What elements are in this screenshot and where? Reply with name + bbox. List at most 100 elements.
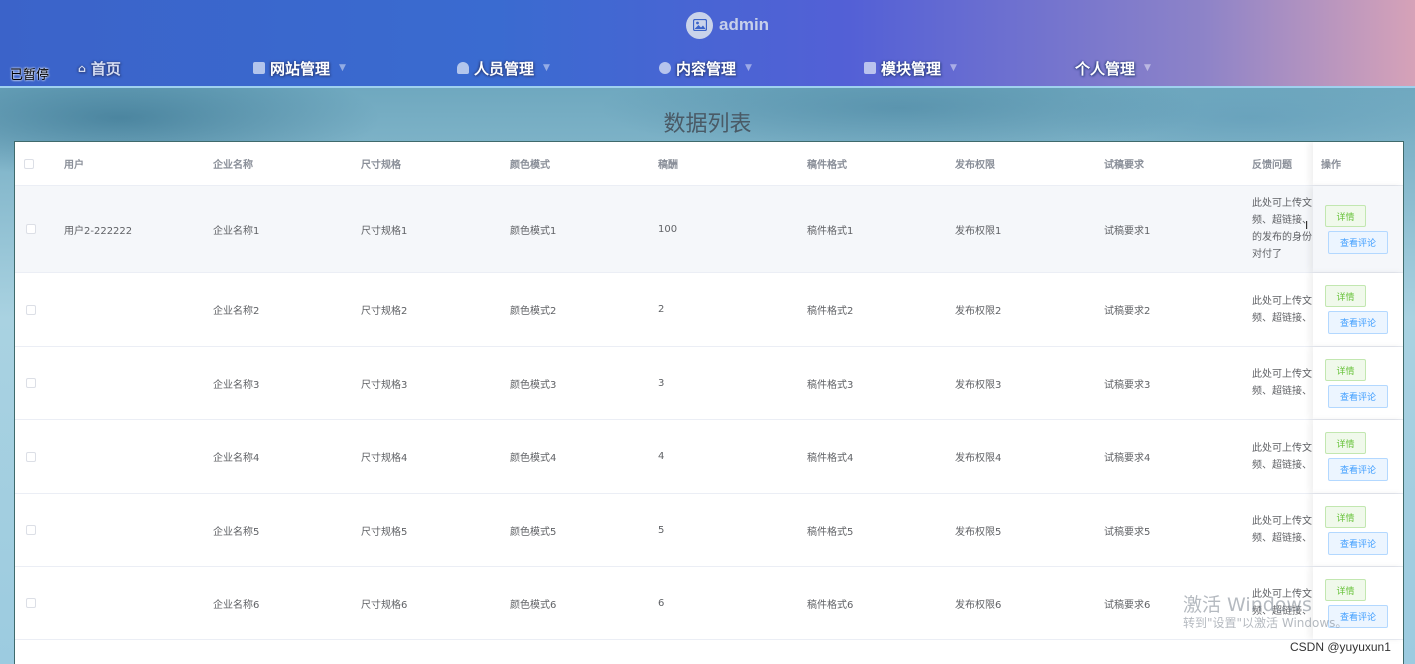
- cell-fee: 3: [658, 377, 665, 389]
- csdn-watermark: CSDN @yuyuxun1: [1290, 640, 1391, 654]
- cell-permission: 发布权限5: [955, 526, 1002, 538]
- view-comments-button[interactable]: 查看评论: [1328, 532, 1388, 555]
- feedback-line: 频、超链接、: [1252, 312, 1312, 324]
- windows-activation-hint: 转到"设置"以激活 Windows。: [1183, 616, 1348, 630]
- nav-personal-management[interactable]: 个人管理 ▼: [1075, 56, 1151, 80]
- nav-people-management[interactable]: 人员管理 ▼: [457, 56, 550, 80]
- cell-size: 尺寸规格1: [361, 225, 408, 237]
- cell-size: 尺寸规格5: [361, 526, 408, 538]
- cell-company: 企业名称4: [213, 453, 260, 464]
- nav-site-management[interactable]: 网站管理 ▼: [253, 56, 346, 80]
- cell-company: 企业名称6: [213, 599, 260, 611]
- column-header-company[interactable]: 企业名称: [213, 142, 253, 185]
- chevron-down-icon: ▼: [1144, 63, 1151, 73]
- column-header-feedback[interactable]: 反馈问题: [1252, 142, 1292, 185]
- cell-feedback: 此处可上传文 频、超链接、: [1252, 366, 1316, 400]
- admin-name: admin: [719, 15, 770, 34]
- page-title: 数据列表: [663, 112, 752, 137]
- column-header-trial[interactable]: 试稿要求: [1104, 142, 1144, 185]
- view-comments-button[interactable]: 查看评论: [1328, 311, 1388, 334]
- feedback-line: 此处可上传文: [1252, 295, 1312, 307]
- user-icon: [457, 62, 469, 74]
- view-comments-button[interactable]: 查看评论: [1328, 231, 1388, 254]
- detail-button[interactable]: 详情: [1325, 205, 1366, 227]
- cell-format: 稿件格式2: [807, 306, 854, 317]
- nav-home[interactable]: ⌂ 首页: [78, 56, 121, 80]
- nav-home-label: 首页: [90, 59, 121, 78]
- feedback-line: 此处可上传文: [1252, 516, 1312, 527]
- detail-button[interactable]: 详情: [1325, 506, 1366, 528]
- row-actions: 详情 查看评论: [1313, 420, 1403, 493]
- cell-format: 稿件格式1: [807, 225, 854, 237]
- cell-color-mode: 颜色模式2: [510, 306, 557, 317]
- nav-site-management-label: 网站管理: [270, 59, 331, 78]
- row-actions: 详情 查看评论: [1313, 347, 1403, 419]
- row-checkbox[interactable]: [26, 598, 36, 608]
- cell-size: 尺寸规格6: [361, 599, 408, 611]
- nav-people-management-label: 人员管理: [474, 59, 535, 78]
- cell-feedback: 此处可上传文 频、超链接、: [1252, 440, 1316, 474]
- cell-company: 企业名称2: [213, 306, 260, 317]
- column-header-fee[interactable]: 稿酬: [658, 142, 678, 185]
- cell-format: 稿件格式6: [807, 599, 854, 611]
- ops-header-cell: 操作: [1313, 142, 1403, 185]
- nav-module-management-label: 模块管理: [881, 59, 942, 78]
- cell-fee: 6: [658, 597, 665, 609]
- row-checkbox[interactable]: [26, 525, 36, 535]
- feedback-line: 对付了: [1252, 249, 1282, 260]
- row-checkbox[interactable]: [26, 451, 36, 462]
- nav-module-management[interactable]: 模块管理 ▼: [864, 56, 957, 80]
- cell-size: 尺寸规格4: [361, 453, 408, 464]
- column-header-size[interactable]: 尺寸规格: [361, 142, 401, 185]
- nav-content-management[interactable]: 内容管理 ▼: [659, 56, 752, 80]
- detail-button[interactable]: 详情: [1325, 359, 1366, 381]
- table-row[interactable]: 用户2-222222 企业名称1 尺寸规格1 颜色模式1 100 稿件格式1 发布权限1 试稿…: [15, 186, 1403, 273]
- chevron-down-icon: ▼: [543, 63, 550, 73]
- feedback-line: 此处可上传文: [1252, 198, 1312, 209]
- cell-color-mode: 颜色模式4: [510, 453, 557, 464]
- cell-trial: 试稿要求2: [1104, 306, 1151, 317]
- nav-content-management-label: 内容管理: [676, 59, 737, 78]
- cell-format: 稿件格式5: [807, 526, 854, 538]
- select-all-checkbox[interactable]: [24, 158, 34, 169]
- nav-personal-management-label: 个人管理: [1075, 59, 1136, 78]
- cell-color-mode: 颜色模式1: [510, 225, 557, 237]
- row-checkbox[interactable]: [26, 224, 36, 234]
- column-header-format[interactable]: 稿件格式: [807, 142, 847, 185]
- detail-button[interactable]: 详情: [1325, 432, 1366, 454]
- cell-permission: 发布权限2: [955, 306, 1002, 317]
- cell-company: 企业名称1: [213, 225, 260, 237]
- table-row[interactable]: 企业名称3 尺寸规格3 颜色模式3 3 稿件格式3 发布权限3 试稿要求3 此处可上传文 频、超…: [15, 347, 1403, 420]
- detail-button[interactable]: 详情: [1325, 579, 1366, 601]
- feedback-line: 此处可上传文: [1252, 369, 1312, 380]
- cell-permission: 发布权限6: [955, 599, 1002, 611]
- paused-label: 已暂停: [10, 68, 50, 83]
- admin-user[interactable]: admin: [686, 10, 769, 40]
- cell-color-mode: 颜色模式5: [510, 526, 557, 538]
- data-table: 用户 企业名称 尺寸规格 颜色模式 稿酬 稿件格式 发布权限 试稿要求 反馈问题…: [14, 141, 1404, 664]
- row-checkbox[interactable]: [26, 304, 36, 315]
- row-checkbox[interactable]: [26, 378, 36, 388]
- column-header-user[interactable]: 用户: [64, 142, 84, 185]
- cell-fee: 5: [658, 524, 665, 536]
- table-row[interactable]: 企业名称5 尺寸规格5 颜色模式5 5 稿件格式5 发布权限5 试稿要求5 此处可上传文 频、超…: [15, 494, 1403, 567]
- column-header-permission[interactable]: 发布权限: [955, 142, 995, 185]
- feedback-line: 频、超链接、: [1252, 459, 1312, 471]
- cell-permission: 发布权限4: [955, 453, 1002, 464]
- cell-trial: 试稿要求1: [1104, 225, 1151, 237]
- table-row[interactable]: 企业名称4 尺寸规格4 颜色模式4 4 稿件格式4 发布权限4 试稿要求4 此处可上传文 频、超…: [15, 420, 1403, 494]
- column-header-actions: 操作: [1321, 160, 1341, 171]
- home-icon: ⌂: [78, 61, 86, 75]
- cell-company: 企业名称5: [213, 526, 260, 538]
- cell-color-mode: 颜色模式3: [510, 379, 557, 391]
- cell-company: 企业名称3: [213, 379, 260, 391]
- table-row[interactable]: 企业名称2 尺寸规格2 颜色模式2 2 稿件格式2 发布权限2 试稿要求2 此处可上传文 频、超…: [15, 273, 1403, 347]
- view-comments-button[interactable]: 查看评论: [1328, 458, 1388, 481]
- row-actions: 详情 查看评论: [1313, 273, 1403, 346]
- column-header-color-mode[interactable]: 颜色模式: [510, 142, 550, 185]
- windows-activation-watermark: 激活 Windows: [1183, 594, 1312, 616]
- text-cursor-icon: I: [1305, 219, 1309, 232]
- detail-button[interactable]: 详情: [1325, 285, 1366, 307]
- cell-trial: 试稿要求5: [1104, 526, 1151, 538]
- view-comments-button[interactable]: 查看评论: [1328, 385, 1388, 408]
